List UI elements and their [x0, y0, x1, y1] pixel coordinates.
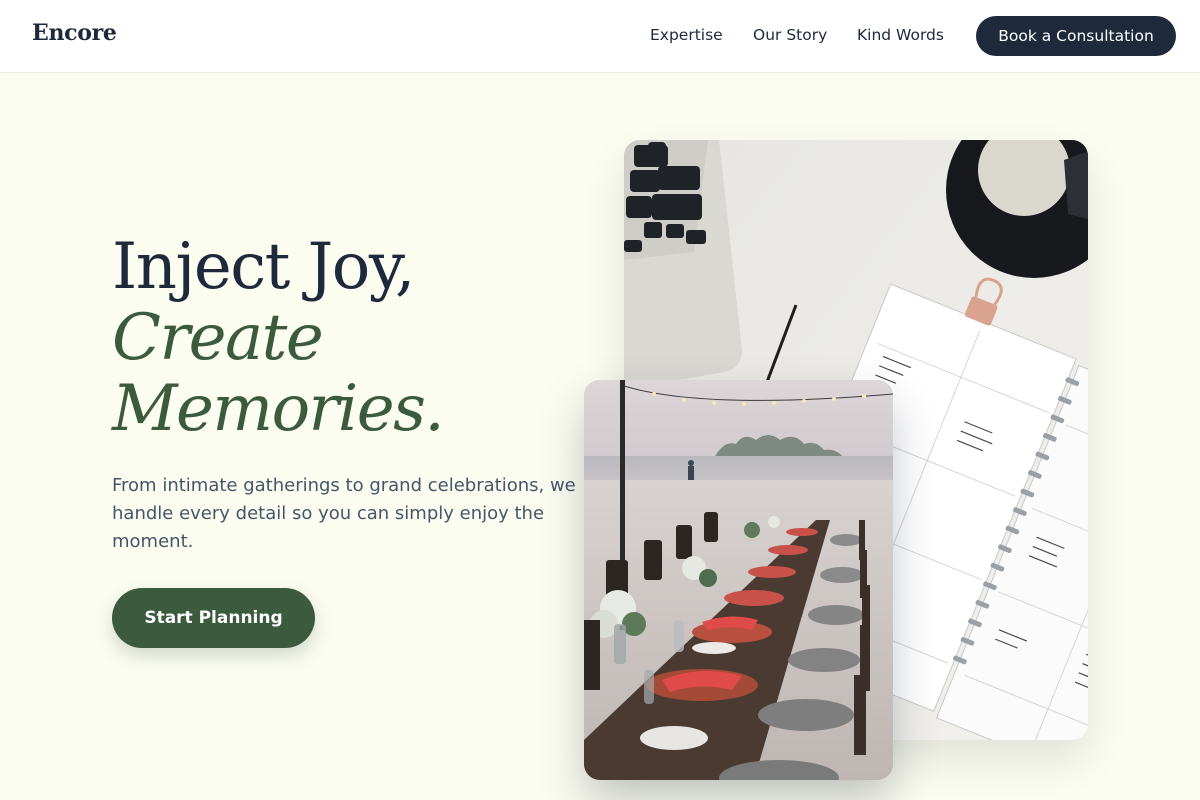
hero-subtext: From intimate gatherings to grand celebr… [112, 475, 576, 552]
headline-line-1: Inject Joy, [112, 230, 415, 304]
brand-logo[interactable]: Encore [32, 20, 117, 46]
book-consultation-button[interactable]: Book a Consultation [976, 16, 1176, 56]
nav-link-our-story[interactable]: Our Story [753, 26, 827, 44]
nav-link-kind-words[interactable]: Kind Words [857, 26, 944, 44]
headline-line-3: Memories. [112, 372, 445, 446]
start-planning-button[interactable]: Start Planning [112, 588, 315, 648]
beach-dinner-photo [584, 380, 893, 780]
hero-headline: Inject Joy, Create Memories. [112, 230, 445, 446]
nav-link-expertise[interactable]: Expertise [650, 26, 723, 44]
top-navbar: Encore Expertise Our Story Kind Words Bo… [0, 0, 1200, 73]
headline-line-2: Create [112, 301, 324, 375]
